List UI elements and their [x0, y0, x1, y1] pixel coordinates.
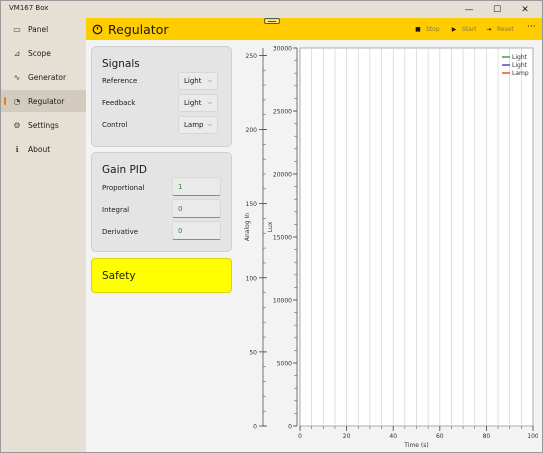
lux-axis-tick-label: 20000 — [273, 172, 292, 179]
reference-label: Reference — [102, 77, 138, 85]
sidebar-item-label: Regulator — [28, 96, 65, 106]
lux-axis-tick-label: 30000 — [273, 46, 292, 53]
feedback-value: Light — [184, 99, 202, 107]
reset-button[interactable]: ⇥ Reset — [485, 25, 514, 33]
app-window: VM167 Box — ☐ ✕ ▭ Panel ⊿ Scope ∿ Genera… — [0, 0, 543, 453]
main-content: Regulator ■ Stop ▶ Start ⇥ Reset ··· Sig… — [86, 18, 542, 452]
feedback-select[interactable]: Light ⌵ — [178, 94, 218, 112]
chevron-down-icon: ⌵ — [207, 99, 212, 106]
lux-axis-tick-label: 10000 — [273, 298, 292, 305]
scope-chart-icon: ⊿ — [13, 48, 21, 58]
chevron-down-icon: ⌵ — [207, 77, 212, 84]
safety-label: Safety — [102, 270, 136, 282]
title-bar: VM167 Box — ☐ ✕ — [1, 1, 542, 18]
x-axis-tick-label: 80 — [483, 433, 491, 440]
proportional-label: Proportional — [102, 184, 145, 192]
sidebar-item-label: Scope — [28, 48, 51, 58]
gain-pid-card: Gain PID Proportional 1 Integral 0 Deriv… — [91, 152, 232, 252]
more-options-button[interactable]: ··· — [527, 22, 536, 32]
stop-icon: ■ — [415, 25, 421, 33]
sidebar-item-generator[interactable]: ∿ Generator — [1, 66, 86, 88]
control-select[interactable]: Lamp ⌵ — [178, 116, 218, 134]
minimize-button[interactable]: — — [456, 1, 482, 18]
legend-entry: Light — [512, 54, 528, 61]
info-icon: ℹ — [15, 144, 19, 154]
sidebar-item-regulator[interactable]: ◔ Regulator — [1, 90, 86, 112]
lux-axis-tick-label: 0 — [288, 424, 292, 431]
gauge-icon: ◔ — [13, 96, 21, 106]
gain-pid-title: Gain PID — [102, 164, 147, 176]
stop-label: Stop — [426, 25, 440, 33]
x-axis-tick-label: 40 — [389, 433, 397, 440]
chart-grid — [299, 47, 534, 427]
derivative-label: Derivative — [102, 228, 139, 236]
safety-button[interactable]: Safety — [91, 258, 232, 293]
regulator-chart: 0501001502002500500010000150002000025000… — [244, 46, 538, 450]
sidebar-item-scope[interactable]: ⊿ Scope — [1, 42, 86, 64]
dashboard-icon: ▭ — [13, 24, 21, 34]
control-value: Lamp — [184, 121, 204, 129]
legend-entry: Light — [512, 62, 528, 69]
left-axis-title: Analog In — [244, 213, 251, 241]
reset-label: Reset — [497, 25, 514, 33]
lux-axis-tick-label: 5000 — [277, 361, 292, 368]
integral-label: Integral — [102, 206, 130, 214]
sidebar-item-label: Settings — [28, 120, 59, 130]
start-button[interactable]: ▶ Start — [450, 25, 477, 33]
sidebar-item-settings[interactable]: ⚙ Settings — [1, 114, 86, 136]
sidebar-item-about[interactable]: ℹ About — [1, 138, 86, 160]
derivative-input[interactable]: 0 — [172, 221, 221, 240]
left-axis-tick-label: 50 — [249, 349, 257, 356]
drag-handle[interactable] — [264, 18, 280, 24]
app-title: VM167 Box — [9, 4, 49, 12]
play-icon: ▶ — [451, 25, 457, 33]
page-header: Regulator ■ Stop ▶ Start ⇥ Reset ··· — [86, 18, 542, 40]
x-axis-tick-label: 0 — [298, 433, 302, 440]
sidebar: ▭ Panel ⊿ Scope ∿ Generator ◔ Regulator … — [1, 18, 86, 452]
legend-entry: Lamp — [512, 70, 529, 77]
reset-icon: ⇥ — [486, 25, 492, 33]
close-button[interactable]: ✕ — [512, 1, 538, 18]
reference-select[interactable]: Light ⌵ — [178, 72, 218, 90]
feedback-label: Feedback — [102, 99, 136, 107]
sidebar-item-panel[interactable]: ▭ Panel — [1, 18, 86, 40]
sidebar-item-label: Generator — [28, 72, 67, 82]
gauge-icon — [92, 24, 103, 35]
chart-legend: LightLightLamp — [502, 54, 529, 77]
sidebar-item-label: About — [28, 144, 51, 154]
x-axis-tick-label: 20 — [343, 433, 351, 440]
reference-value: Light — [184, 77, 202, 85]
left-axis-tick-label: 250 — [246, 53, 258, 60]
control-label: Control — [102, 121, 128, 129]
lux-axis-tick-label: 15000 — [273, 235, 292, 242]
signals-title: Signals — [102, 58, 140, 70]
wave-icon: ∿ — [13, 72, 21, 82]
start-label: Start — [462, 25, 477, 33]
signals-card: Signals Reference Light ⌵ Feedback Light… — [91, 46, 232, 147]
maximize-button[interactable]: ☐ — [484, 1, 510, 18]
proportional-input[interactable]: 1 — [172, 177, 221, 196]
stop-button[interactable]: ■ Stop — [414, 25, 440, 33]
x-axis-tick-label: 60 — [436, 433, 444, 440]
x-axis-tick-label: 100 — [527, 433, 538, 440]
right-axis-title: Lux — [267, 221, 274, 232]
lux-axis-tick-label: 25000 — [273, 109, 292, 116]
integral-input[interactable]: 0 — [172, 199, 221, 218]
left-axis-tick-label: 150 — [246, 201, 258, 208]
left-axis-tick-label: 200 — [246, 127, 258, 134]
page-title: Regulator — [108, 22, 169, 37]
chevron-down-icon: ⌵ — [207, 121, 212, 128]
sidebar-item-label: Panel — [28, 24, 49, 34]
x-axis-title: Time (s) — [403, 442, 428, 449]
left-axis-tick-label: 0 — [253, 424, 257, 431]
left-axis-tick-label: 100 — [246, 275, 258, 282]
gear-icon: ⚙ — [13, 120, 21, 130]
